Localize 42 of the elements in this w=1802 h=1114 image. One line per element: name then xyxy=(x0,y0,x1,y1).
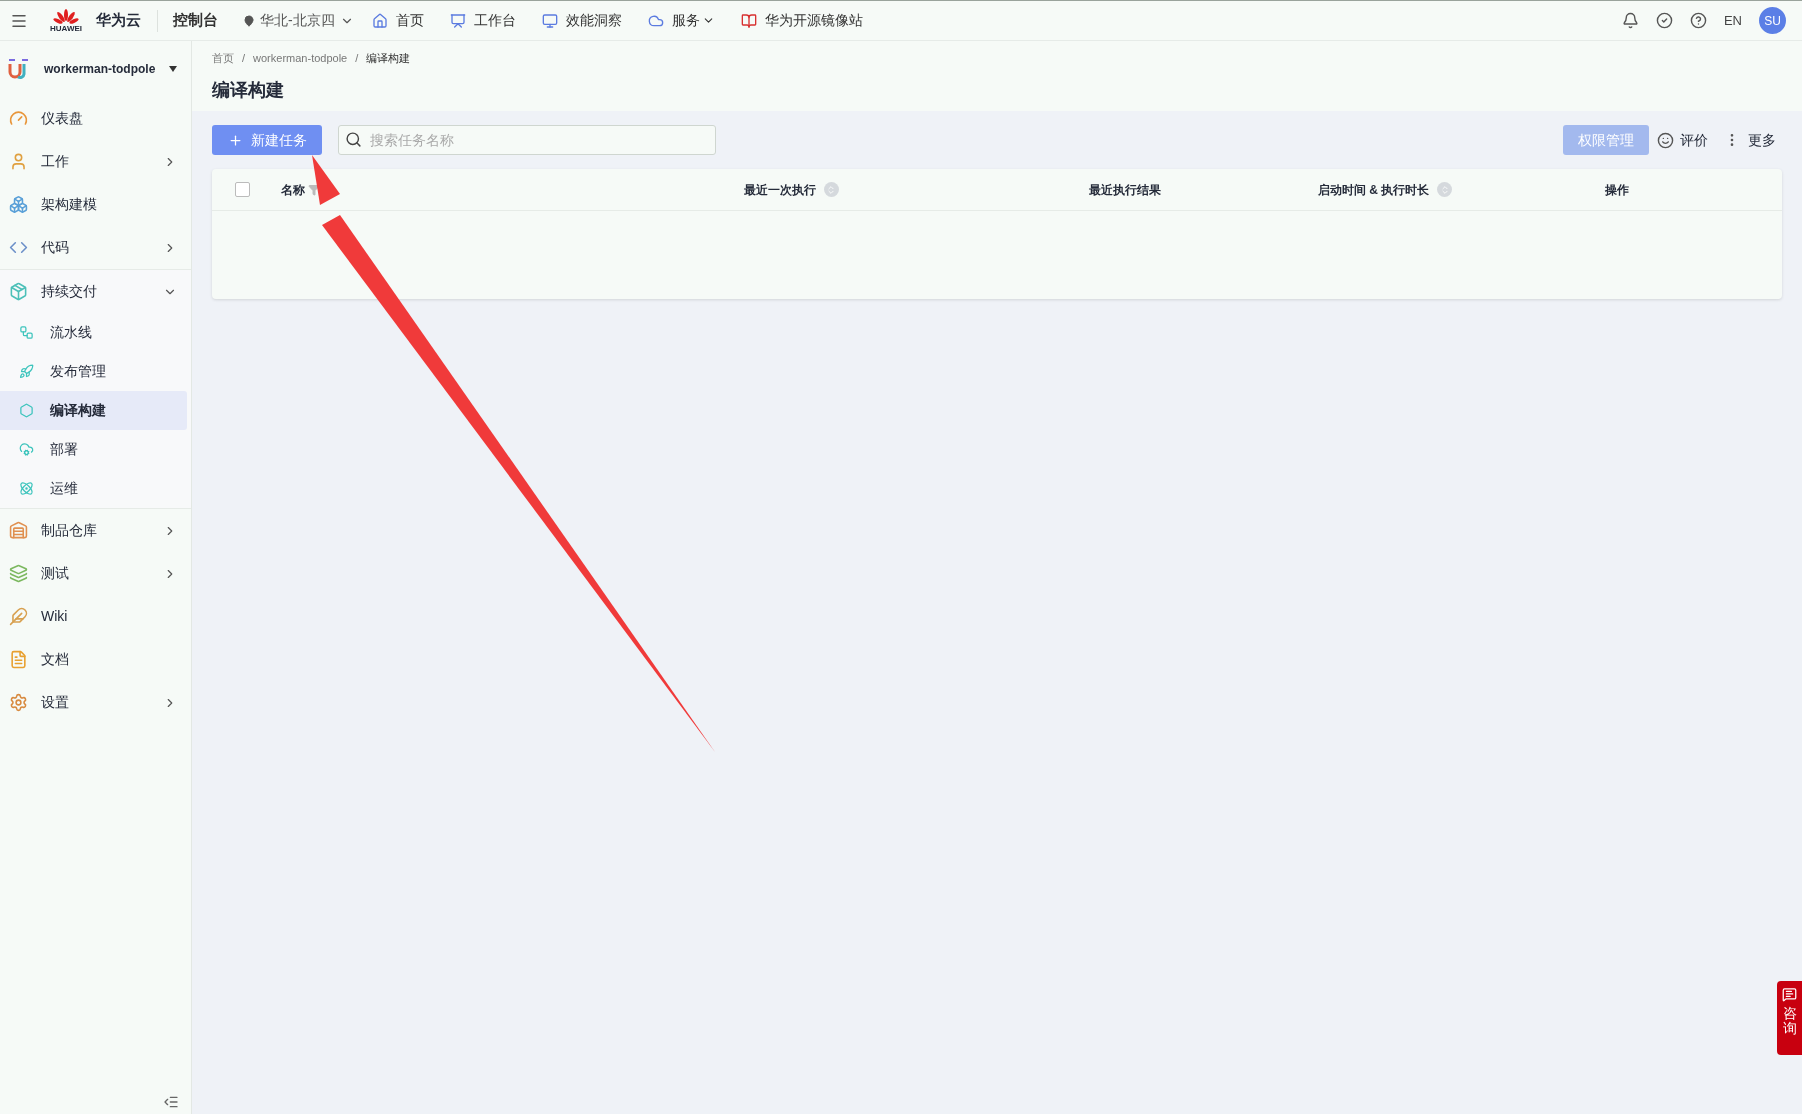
column-header: 名称 xyxy=(281,181,305,199)
breadcrumb-current: 编译构建 xyxy=(366,51,411,66)
sidebar-subitem[interactable]: 编译构建 xyxy=(0,391,187,430)
column-header: 最近一次执行 xyxy=(743,181,816,199)
nav-link[interactable]: 工作台 xyxy=(449,10,516,31)
sidebar-item[interactable]: 仪表盘 xyxy=(0,97,191,140)
sidebar-item[interactable]: 持续交付 xyxy=(0,270,191,313)
sidebar-item[interactable]: 制品仓库 xyxy=(0,509,191,552)
search-field[interactable]: 搜索任务名称 xyxy=(338,125,716,155)
column-header: 启动时间 & 执行时长 xyxy=(1317,181,1430,199)
nav-link[interactable]: 效能洞察 xyxy=(541,10,622,31)
breadcrumb-link[interactable]: workerman-todpole xyxy=(253,50,348,67)
brand-name[interactable]: 华为云 xyxy=(96,9,141,32)
consult-button[interactable]: 咨询 xyxy=(1777,981,1802,1055)
sidebar-subitem[interactable]: 发布管理 xyxy=(0,352,187,391)
sidebar-item[interactable]: Wiki xyxy=(0,595,191,638)
user-avatar[interactable]: SU xyxy=(1759,7,1786,34)
page-title: 编译构建 xyxy=(212,78,285,102)
column-header: 操作 xyxy=(1605,181,1629,199)
sidebar-item[interactable]: 工作 xyxy=(0,140,191,183)
sidebar-item[interactable]: 测试 xyxy=(0,552,191,595)
sidebar-subitem[interactable]: 运维 xyxy=(0,469,187,508)
breadcrumb-separator: / xyxy=(355,51,359,66)
breadcrumb-separator: / xyxy=(242,51,246,66)
sidebar-item[interactable]: 代码 xyxy=(0,226,191,269)
project-name[interactable]: workerman-todpole xyxy=(44,60,156,78)
more-button[interactable]: 更多 xyxy=(1724,129,1776,151)
nav-link[interactable]: 首页 xyxy=(371,10,424,31)
sidebar-item[interactable]: 架构建模 xyxy=(0,183,191,226)
logo-text: HUAWEI xyxy=(50,24,82,33)
sidebar-subitem[interactable]: 部署 xyxy=(0,430,187,469)
nav-link[interactable]: 华为开源镜像站 xyxy=(740,10,863,31)
console-link[interactable]: 控制台 xyxy=(173,9,218,32)
sidebar-item[interactable]: 文档 xyxy=(0,638,191,681)
sidebar-subitem[interactable]: 流水线 xyxy=(0,313,187,352)
nav-link[interactable]: 服务 xyxy=(647,10,715,31)
rate-button[interactable]: 评价 xyxy=(1657,129,1708,151)
breadcrumb-link[interactable]: 首页 xyxy=(212,50,234,67)
language-button[interactable]: EN xyxy=(1723,10,1742,31)
column-header: 最近执行结果 xyxy=(1089,181,1161,199)
region-selector[interactable]: 华北-北京四 xyxy=(243,10,354,31)
sidebar-item[interactable]: 设置 xyxy=(0,681,191,724)
